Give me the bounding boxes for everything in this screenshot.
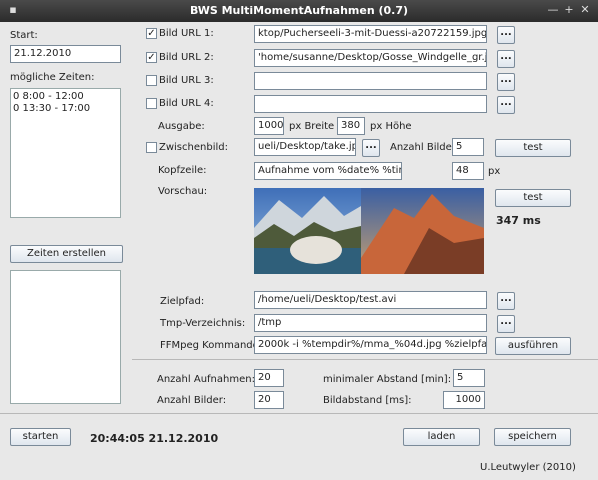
tmp-field[interactable]: /tmp <box>254 314 487 332</box>
times-output-list[interactable] <box>10 270 121 404</box>
anzahl-bilder-label: Anzahl Bilder: <box>157 395 227 406</box>
ausgabe-height-unit: px Höhe <box>370 121 412 132</box>
times-label: mögliche Zeiten: <box>10 72 95 83</box>
bild-url-4-label: Bild URL 4: <box>159 98 214 109</box>
bild-url-4-field[interactable] <box>254 95 487 113</box>
start-date-field[interactable]: 21.12.2010 <box>10 45 121 63</box>
divider <box>132 359 598 360</box>
bild-url-1-label: Bild URL 1: <box>159 28 214 39</box>
ausgabe-width-unit: px Breite <box>289 121 335 132</box>
zielpfad-field[interactable]: /home/ueli/Desktop/test.avi <box>254 291 487 309</box>
ausgabe-label: Ausgabe: <box>158 121 205 132</box>
kopfzeile-size-field[interactable]: 48 <box>452 162 484 180</box>
times-list[interactable]: 0 8:00 - 12:00 0 13:30 - 17:00 <box>10 88 121 218</box>
bildabstand-label: Bildabstand [ms]: <box>323 395 412 406</box>
ffmpeg-label: FFMpeg Kommando: <box>160 340 263 351</box>
zielpfad-browse-button[interactable]: ... <box>497 292 515 310</box>
zwischenbild-checkbox[interactable] <box>146 142 157 153</box>
close-icon[interactable]: ✕ <box>578 3 592 17</box>
bild-url-2-checkbox[interactable]: ✓ <box>146 52 157 63</box>
bild-url-1-field[interactable]: ktop/Pucherseeli-3-mit-Duessi-a20722159.… <box>254 25 487 43</box>
preview-timing: 347 ms <box>496 214 541 227</box>
zwischenbild-field[interactable]: ueli/Desktop/take.jpg <box>254 138 356 156</box>
bild-url-4-checkbox[interactable] <box>146 98 157 109</box>
bild-url-2-browse-button[interactable]: ... <box>497 50 515 68</box>
vorschau-test-button[interactable]: test <box>495 189 571 207</box>
current-datetime: 20:44:05 21.12.2010 <box>90 432 219 445</box>
credit-text: U.Leutwyler (2010) <box>480 462 576 473</box>
ausgabe-width-field[interactable]: 1000 <box>254 117 284 135</box>
zielpfad-label: Zielpfad: <box>160 296 205 307</box>
list-item[interactable]: 0 13:30 - 17:00 <box>13 103 118 115</box>
bild-url-3-browse-button[interactable]: ... <box>497 73 515 91</box>
divider <box>0 413 598 414</box>
min-abstand-label: minimaler Abstand [min]: <box>323 374 452 385</box>
kopfzeile-size-unit: px <box>488 166 501 177</box>
save-button[interactable]: speichern <box>494 428 571 446</box>
vorschau-label: Vorschau: <box>158 186 208 197</box>
ffmpeg-field[interactable]: 2000k -i %tempdir%/mma_%04d.jpg %zielpfa… <box>254 336 487 354</box>
ausgabe-height-field[interactable]: 380 <box>337 117 365 135</box>
bild-url-3-field[interactable] <box>254 72 487 90</box>
bild-url-1-checkbox[interactable]: ✓ <box>146 28 157 39</box>
anzahl-aufnahmen-label: Anzahl Aufnahmen: <box>157 374 255 385</box>
anzahl-aufnahmen-field[interactable]: 20 <box>254 369 284 387</box>
anzahl-bilder-field[interactable]: 20 <box>254 391 284 409</box>
bild-url-2-label: Bild URL 2: <box>159 52 214 63</box>
tmp-label: Tmp-Verzeichnis: <box>160 318 246 329</box>
start-button[interactable]: starten <box>10 428 71 446</box>
preview-image <box>254 188 484 274</box>
bildabstand-field[interactable]: 1000 <box>443 391 485 409</box>
bild-url-3-checkbox[interactable] <box>146 75 157 86</box>
zwischenbild-test-button[interactable]: test <box>495 139 571 157</box>
start-label: Start: <box>10 30 38 41</box>
load-button[interactable]: laden <box>403 428 480 446</box>
ffmpeg-run-button[interactable]: ausführen <box>495 337 571 355</box>
zwischenbild-browse-button[interactable]: ... <box>362 139 380 157</box>
bild-url-3-label: Bild URL 3: <box>159 75 214 86</box>
tmp-browse-button[interactable]: ... <box>497 315 515 333</box>
bild-url-4-browse-button[interactable]: ... <box>497 96 515 114</box>
list-item[interactable]: 0 8:00 - 12:00 <box>13 91 118 103</box>
bild-url-2-field[interactable]: 'home/susanne/Desktop/Gosse_Windgelle_gr… <box>254 49 487 67</box>
create-times-button[interactable]: Zeiten erstellen <box>10 245 123 263</box>
kopfzeile-field[interactable]: Aufnahme vom %date% %time% <box>254 162 402 180</box>
maximize-icon[interactable]: + <box>562 3 576 17</box>
kopfzeile-label: Kopfzeile: <box>158 165 207 176</box>
zwischenbild-count-label: Anzahl Bilder: <box>390 142 460 153</box>
bild-url-1-browse-button[interactable]: ... <box>497 26 515 44</box>
zwischenbild-label: Zwischenbild: <box>159 142 228 153</box>
min-abstand-field[interactable]: 5 <box>453 369 485 387</box>
window-title: BWS MultiMomentAufnahmen (0.7) <box>189 4 409 17</box>
minimize-icon[interactable]: — <box>546 3 560 17</box>
title-bar: ▪ BWS MultiMomentAufnahmen (0.7) — + ✕ <box>0 0 598 22</box>
zwischenbild-count-field[interactable]: 5 <box>452 138 484 156</box>
